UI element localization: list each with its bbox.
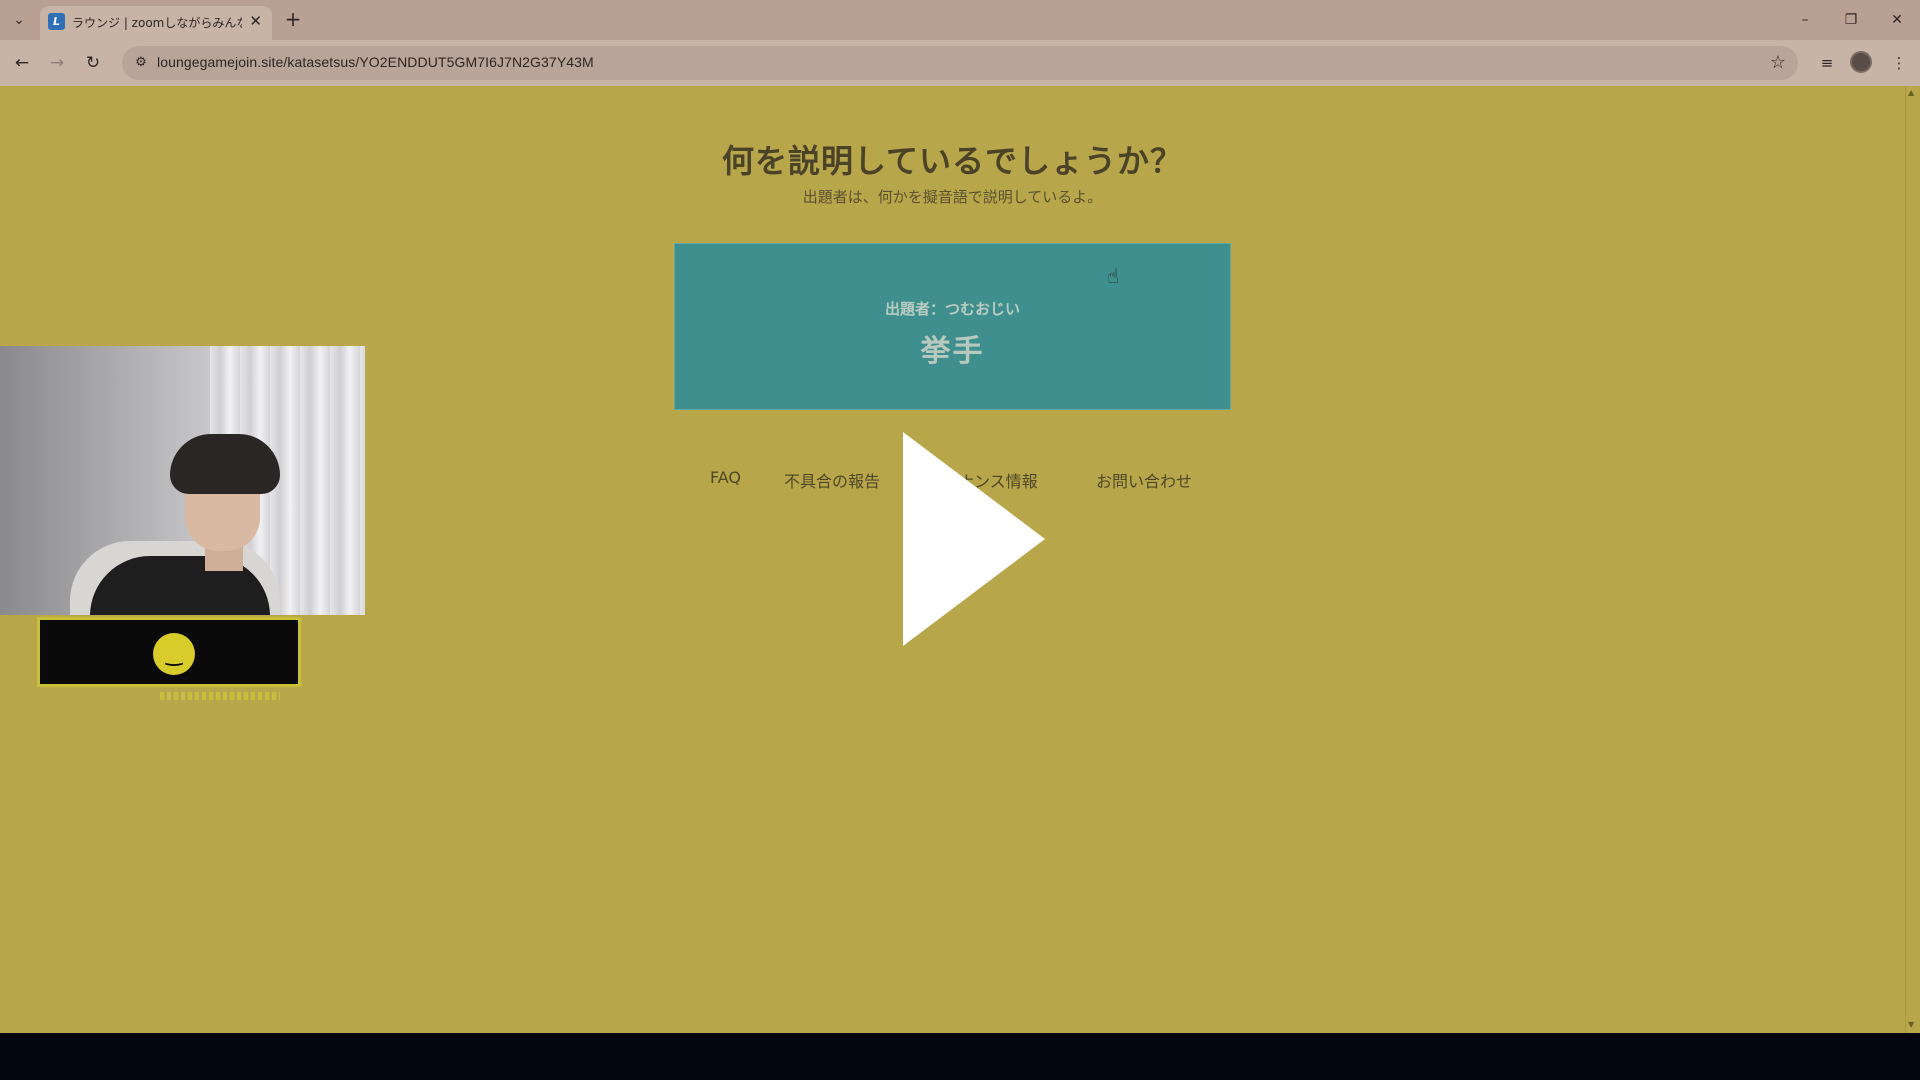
webcam-video <box>0 346 365 615</box>
emoji-reaction-bar[interactable]: ‿ <box>37 617 301 687</box>
plus-icon[interactable]: + <box>281 8 305 32</box>
page-subtitle: 出題者は、何かを擬音語で説明しているよ。 <box>802 188 1103 206</box>
loading-dots <box>160 692 280 700</box>
media-control-icon[interactable]: ≡ <box>1815 51 1839 75</box>
browser-titlebar: ⌄ L ラウンジ | zoomしながらみんなで遊 ✕ + – ❐ ✕ <box>0 0 1920 40</box>
footer-link-contact[interactable]: お問い合わせ <box>1096 468 1192 492</box>
smiley-icon[interactable]: ‿ <box>153 633 195 675</box>
reload-icon[interactable]: ↻ <box>81 51 105 75</box>
browser-toolbar: ← → ↻ ⚙ loungegamejoin.site/katasetsus/Y… <box>0 40 1920 86</box>
page-title: 何を説明しているでしょうか？ <box>721 142 1184 180</box>
kebab-menu-icon[interactable]: ⋮ <box>1887 51 1911 75</box>
restore-icon[interactable]: ❐ <box>1839 9 1863 31</box>
footer-link-bug-report[interactable]: 不具合の報告 <box>784 468 880 492</box>
tune-icon[interactable]: ⚙ <box>132 54 150 72</box>
question-card[interactable]: 出題者：つむおじい 挙手 <box>674 243 1231 410</box>
favicon-icon: L <box>48 13 65 30</box>
setter-label: 出題者：つむおじい <box>884 300 1020 318</box>
star-icon[interactable]: ☆ <box>1770 52 1786 74</box>
close-icon[interactable]: ✕ <box>249 12 262 30</box>
scroll-down-icon[interactable]: ▼ <box>1908 1020 1914 1029</box>
letterbox-bar <box>0 1033 1920 1080</box>
arrow-left-icon[interactable]: ← <box>10 51 34 75</box>
url-text[interactable]: loungegamejoin.site/katasetsus/YO2ENDDUT… <box>157 54 594 70</box>
scroll-up-icon[interactable]: ▲ <box>1908 88 1914 97</box>
close-window-icon[interactable]: ✕ <box>1885 9 1909 31</box>
webcam-person-hair <box>170 434 280 494</box>
footer-link-faq[interactable]: FAQ <box>710 468 741 487</box>
play-icon[interactable] <box>903 432 1045 646</box>
answer-text: 挙手 <box>920 334 985 369</box>
browser-tab[interactable]: L ラウンジ | zoomしながらみんなで遊 ✕ <box>40 6 272 40</box>
arrow-right-icon[interactable]: → <box>45 51 69 75</box>
address-bar[interactable]: ⚙ loungegamejoin.site/katasetsus/YO2ENDD… <box>122 46 1798 80</box>
chevron-down-icon[interactable]: ⌄ <box>8 9 30 31</box>
scrollbar[interactable] <box>1905 86 1920 1033</box>
minimize-icon[interactable]: – <box>1793 9 1817 31</box>
tab-title: ラウンジ | zoomしながらみんなで遊 <box>72 16 242 30</box>
hand-cursor-icon: ☝ <box>1107 264 1120 288</box>
avatar[interactable] <box>1850 51 1872 73</box>
